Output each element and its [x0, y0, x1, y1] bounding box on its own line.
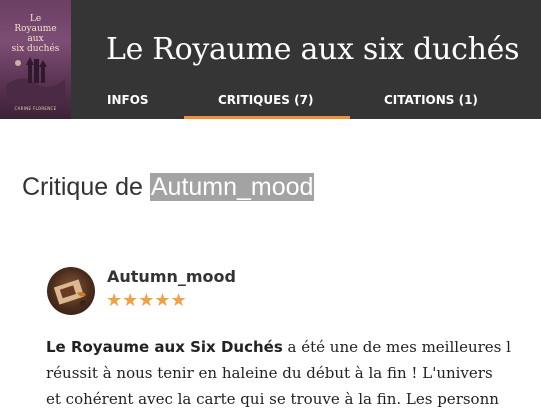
book-title: Le Royaume aux six duchés	[106, 32, 520, 67]
cover-illustration	[6, 57, 65, 103]
cover-title: Le Royaume aux six duchés	[11, 14, 60, 54]
page-title: Critique de Autumn_mood	[22, 172, 315, 202]
review-book-title: Le Royaume aux Six Duchés	[46, 338, 283, 356]
book-cover[interactable]: Le Royaume aux six duchés CARINE FLORENC…	[0, 0, 71, 119]
page-title-prefix: Critique de	[22, 173, 150, 201]
tab-citations[interactable]: CITATIONS (1)	[384, 92, 478, 108]
review-line: Le Royaume aux Six Duchés a été une de m…	[46, 334, 541, 360]
book-header: Le Royaume aux six duchés CARINE FLORENC…	[0, 0, 541, 119]
page-title-username: Autumn_mood	[149, 173, 315, 201]
cover-author: CARINE FLORENCE	[14, 106, 57, 111]
active-tab-indicator	[184, 116, 350, 119]
review-line-3: et cohérent avec la carte qui se trouve …	[46, 390, 499, 408]
review-text: Le Royaume aux Six Duchés a été une de m…	[46, 334, 541, 412]
tab-infos[interactable]: INFOS	[107, 92, 149, 108]
review-line-1-rest: a été une de mes meilleures l	[282, 338, 511, 356]
rating-stars: ★★★★★	[106, 290, 187, 311]
tab-critiques[interactable]: CRITIQUES (7)	[218, 92, 313, 108]
avatar-image	[53, 279, 86, 306]
review-line-2: réussit à nous tenir en haleine du début…	[46, 364, 493, 382]
review-username[interactable]: Autumn_mood	[107, 266, 236, 288]
avatar[interactable]	[47, 267, 95, 315]
